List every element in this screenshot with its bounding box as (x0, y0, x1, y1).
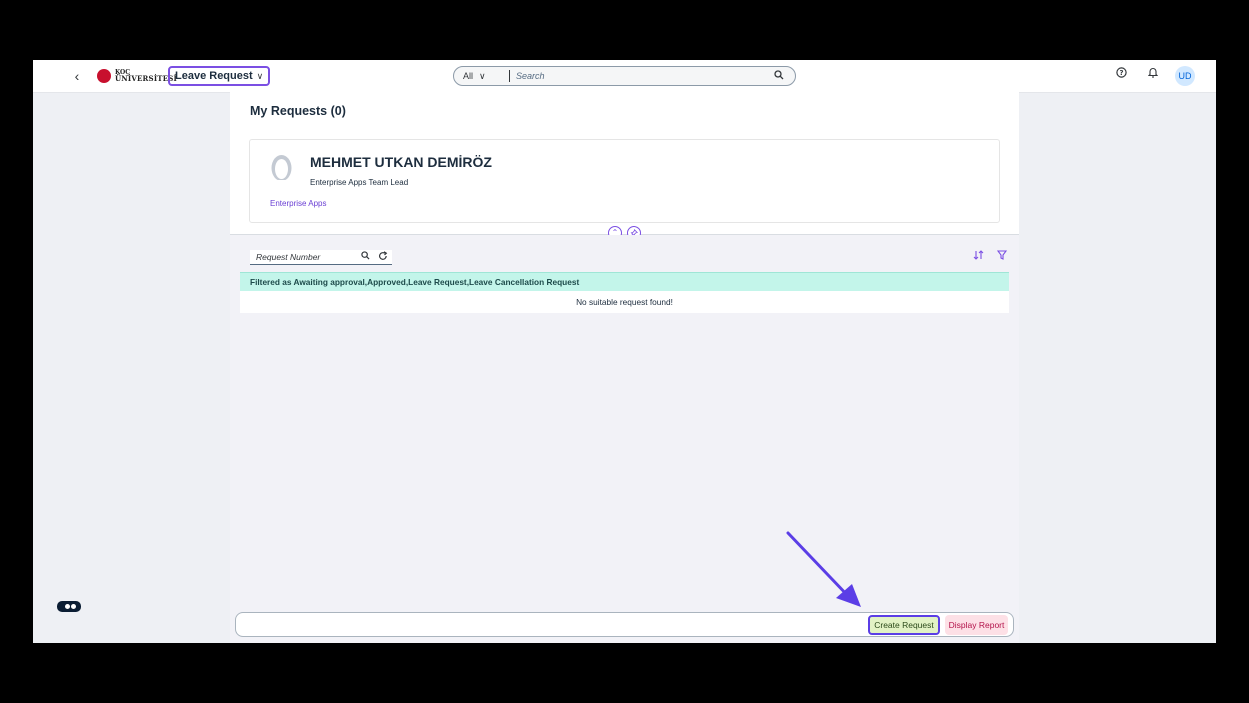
person-placeholder-icon (269, 154, 294, 184)
assistant-widget[interactable] (57, 601, 81, 612)
back-button[interactable]: ‹ (69, 68, 85, 84)
search-scope-value: All (463, 71, 474, 81)
logo-mark-icon (97, 69, 111, 83)
user-avatar[interactable]: UD (1175, 66, 1195, 86)
search-input[interactable]: Search (516, 71, 769, 81)
app-window: ‹ KOÇ ÜNİVERSİTESİ Leave Request ∨ All ∨… (33, 60, 1216, 643)
search-icon[interactable] (769, 69, 789, 83)
employee-role: Enterprise Apps Team Lead (310, 178, 409, 187)
create-request-button[interactable]: Create Request (868, 615, 940, 635)
main-page: My Requests (0) MEHMET UTKAN DEMİRÖZ Ent… (230, 92, 1019, 643)
footer-toolbar: Create Request Display Report (235, 612, 1014, 637)
global-search[interactable]: All ∨ Search (453, 66, 796, 86)
sort-icon[interactable] (971, 250, 985, 263)
empty-state-row: No suitable request found! (240, 291, 1009, 313)
requests-table: Filtered as Awaiting approval,Approved,L… (240, 272, 1009, 313)
requests-content: Request Number Filtered as Awaiting appr… (230, 235, 1019, 643)
help-icon[interactable]: ? (1111, 66, 1131, 86)
search-scope-select[interactable]: All ∨ (454, 71, 503, 82)
app-title: Leave Request (175, 70, 253, 82)
filter-info-bar[interactable]: Filtered as Awaiting approval,Approved,L… (240, 272, 1009, 291)
search-divider (509, 70, 510, 82)
request-number-search[interactable]: Request Number (250, 250, 392, 265)
refresh-icon[interactable] (374, 250, 392, 264)
page-header: My Requests (0) MEHMET UTKAN DEMİRÖZ Ent… (230, 92, 1019, 234)
notification-bell-icon[interactable] (1143, 66, 1163, 86)
chevron-left-icon: ‹ (74, 68, 80, 84)
chevron-down-icon: ∨ (479, 70, 486, 81)
app-title-menu[interactable]: Leave Request ∨ (168, 66, 271, 86)
search-icon[interactable] (356, 251, 374, 263)
display-report-button[interactable]: Display Report (945, 615, 1008, 635)
page-title: My Requests (0) (250, 104, 346, 118)
employee-department-link[interactable]: Enterprise Apps (270, 199, 326, 208)
filter-icon[interactable] (995, 250, 1009, 263)
company-logo[interactable]: KOÇ ÜNİVERSİTESİ (97, 68, 177, 84)
svg-text:?: ? (1119, 69, 1123, 77)
profile-card: MEHMET UTKAN DEMİRÖZ Enterprise Apps Tea… (249, 139, 1000, 223)
employee-name: MEHMET UTKAN DEMİRÖZ (310, 154, 492, 170)
list-toolbar: Request Number (250, 250, 1009, 266)
request-number-input[interactable]: Request Number (250, 252, 356, 262)
chevron-down-icon: ∨ (256, 70, 264, 81)
shell-bar: ‹ KOÇ ÜNİVERSİTESİ Leave Request ∨ All ∨… (33, 60, 1216, 93)
